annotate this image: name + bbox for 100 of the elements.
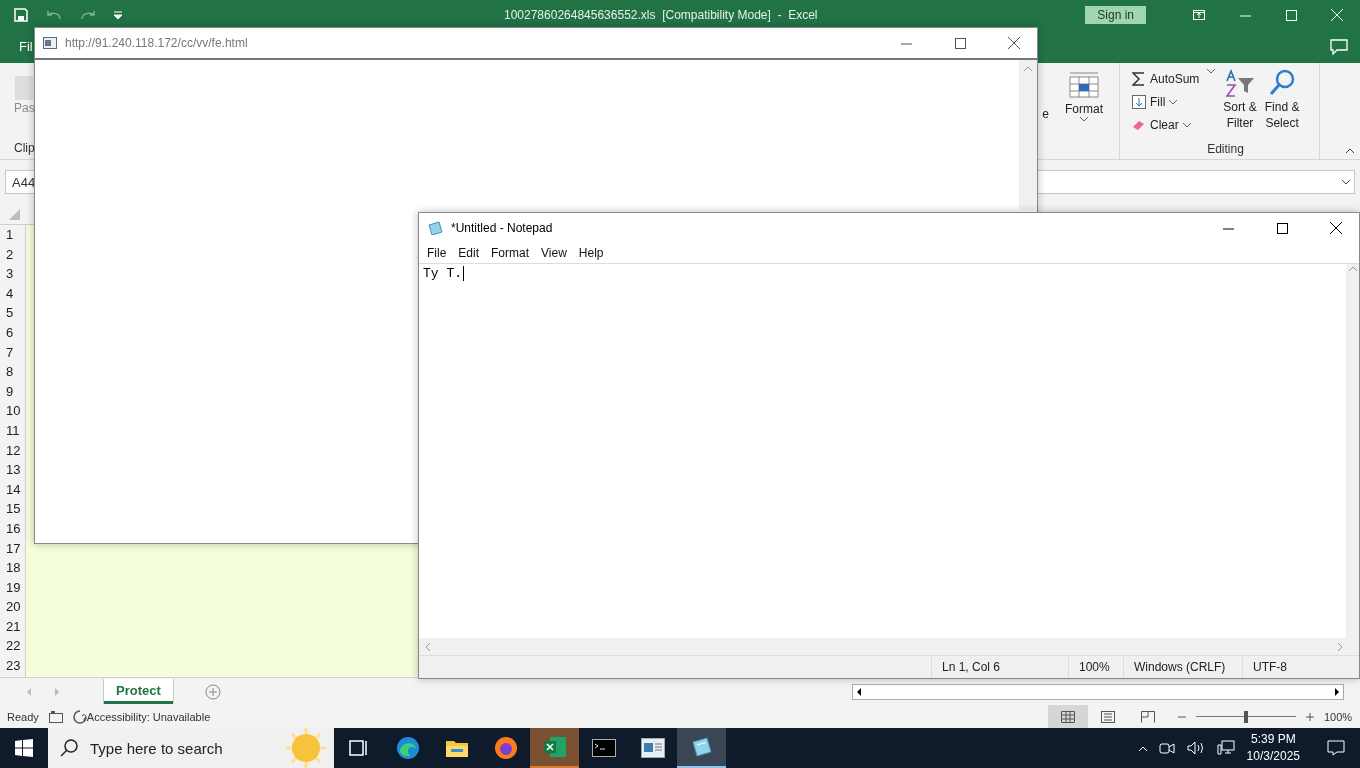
row-header[interactable]: 8 [0,362,25,382]
page-layout-icon [1101,710,1115,723]
add-sheet-icon [204,683,221,700]
row-header[interactable]: 11 [0,420,25,441]
zoom-in-icon [1306,712,1314,721]
taskbar-app[interactable] [677,728,726,768]
collapse-ribbon-button[interactable] [1346,148,1354,153]
ribbon-tab[interactable]: Fil [19,39,33,54]
vertical-scrollbar[interactable] [1019,60,1037,210]
row-header[interactable]: 14 [0,479,25,500]
fill-button[interactable]: Fill [1132,92,1200,112]
menu-item[interactable]: Format [485,243,536,263]
zoom-thumb[interactable] [1244,710,1248,723]
format-cells-icon [1069,71,1099,101]
window-title: *Untitled - Notepad [451,221,554,235]
row-header[interactable]: 6 [0,322,25,343]
folder-icon [444,738,469,758]
fill-down-icon [1132,95,1146,109]
status-text: UTF-8 [1242,656,1353,678]
select-all-icon [9,209,20,220]
formula-field[interactable] [1037,170,1355,194]
clear-button[interactable]: Clear [1132,115,1200,135]
window-icon [640,738,665,758]
row-header[interactable]: 21 [0,616,25,637]
caret-icon [1182,122,1191,128]
notification-icon [1327,740,1345,756]
row-header[interactable]: 16 [0,518,25,539]
status-text: Windows (CRLF) [1123,656,1242,678]
status-text: 100% [1068,656,1123,678]
scroll-left-icon [425,642,430,651]
sort-filter-icon [1225,69,1256,99]
caret-icon [1342,179,1350,185]
sigma-icon [1132,72,1146,86]
menu-item[interactable]: Edit [452,243,486,263]
row-header[interactable]: 4 [0,283,25,304]
menu-item[interactable]: View [535,243,573,263]
collapse-caret-icon [1348,266,1357,271]
row-header[interactable]: 10 [0,401,25,421]
find-select-button[interactable]: Find & Select [1264,69,1300,142]
window-title: 10027860264845636552.xls [Compatibility Mode] - Excel [504,8,819,22]
close-icon [1331,9,1343,21]
row-header[interactable]: 20 [0,597,25,617]
row-header[interactable]: 12 [0,440,25,461]
insert-delete-label[interactable]: e [1042,107,1049,121]
maximize-icon [1285,9,1297,21]
page-break-icon [1141,710,1155,723]
collapse-caret-icon [1024,66,1032,71]
terminal-icon [591,739,616,757]
sign-in-button[interactable]: Sign in [1085,6,1146,24]
sheet-tab[interactable]: Protect [104,679,173,704]
row-header[interactable]: 7 [0,342,25,363]
collapse-caret-icon [1138,745,1147,751]
menu-item[interactable]: File [421,243,453,263]
notepad-icon [427,221,443,235]
row-header[interactable]: 9 [0,381,25,402]
row-header[interactable]: 15 [0,499,25,519]
sort-filter-button[interactable]: Sort & Filter [1223,69,1257,142]
format-button[interactable]: Format [1065,101,1103,117]
paste-icon [14,73,34,101]
grid-view-icon [1061,710,1075,723]
row-header[interactable]: 23 [0,656,25,676]
ribbon-display-icon [1193,10,1205,20]
row-header[interactable]: 22 [0,636,25,657]
row-header[interactable]: 3 [0,264,25,284]
caret-icon [1169,99,1178,105]
maximize-icon [954,37,966,49]
row-header[interactable]: 18 [0,558,25,578]
search-field[interactable]: Type here to search [48,728,334,768]
eraser-icon [1132,119,1146,131]
zoom-level[interactable]: 100% [1324,710,1358,723]
redo-icon [80,10,96,20]
scroll-right-icon [54,687,60,696]
browser-icon [395,736,420,760]
camera-icon [1158,741,1175,755]
horizontal-scrollbar[interactable] [419,638,1359,655]
row-header[interactable]: 17 [0,538,25,559]
undo-icon [46,10,62,20]
close-icon [1008,37,1020,49]
text-editor[interactable]: Ty T. [419,264,1346,638]
spreadsheet-icon [542,736,567,758]
browser-icon [493,736,518,760]
menu-item[interactable]: Help [572,243,610,263]
row-header[interactable]: 5 [0,303,25,323]
accessibility-status[interactable]: Accessibility: Unavailable [86,710,211,723]
scroll-left-icon [26,687,32,696]
row-header[interactable]: 13 [0,460,25,480]
view-button[interactable] [1048,705,1088,728]
row-header[interactable]: 19 [0,577,25,598]
accessibility-icon [72,709,87,724]
row-header[interactable]: 1 [0,225,25,245]
scroll-right-icon [1338,642,1343,651]
row-header[interactable]: 2 [0,244,25,265]
group-label: Editing [1206,142,1245,158]
clock[interactable]: 5:39 PM 10/3/2025 [1246,731,1300,765]
vertical-scrollbar[interactable] [1346,264,1359,638]
autosum-button[interactable]: AutoSum [1132,69,1200,89]
close-icon [1330,222,1342,234]
caret-icon [1207,69,1216,74]
horizontal-scrollbar[interactable] [852,683,1344,700]
task-view-icon [348,739,369,757]
